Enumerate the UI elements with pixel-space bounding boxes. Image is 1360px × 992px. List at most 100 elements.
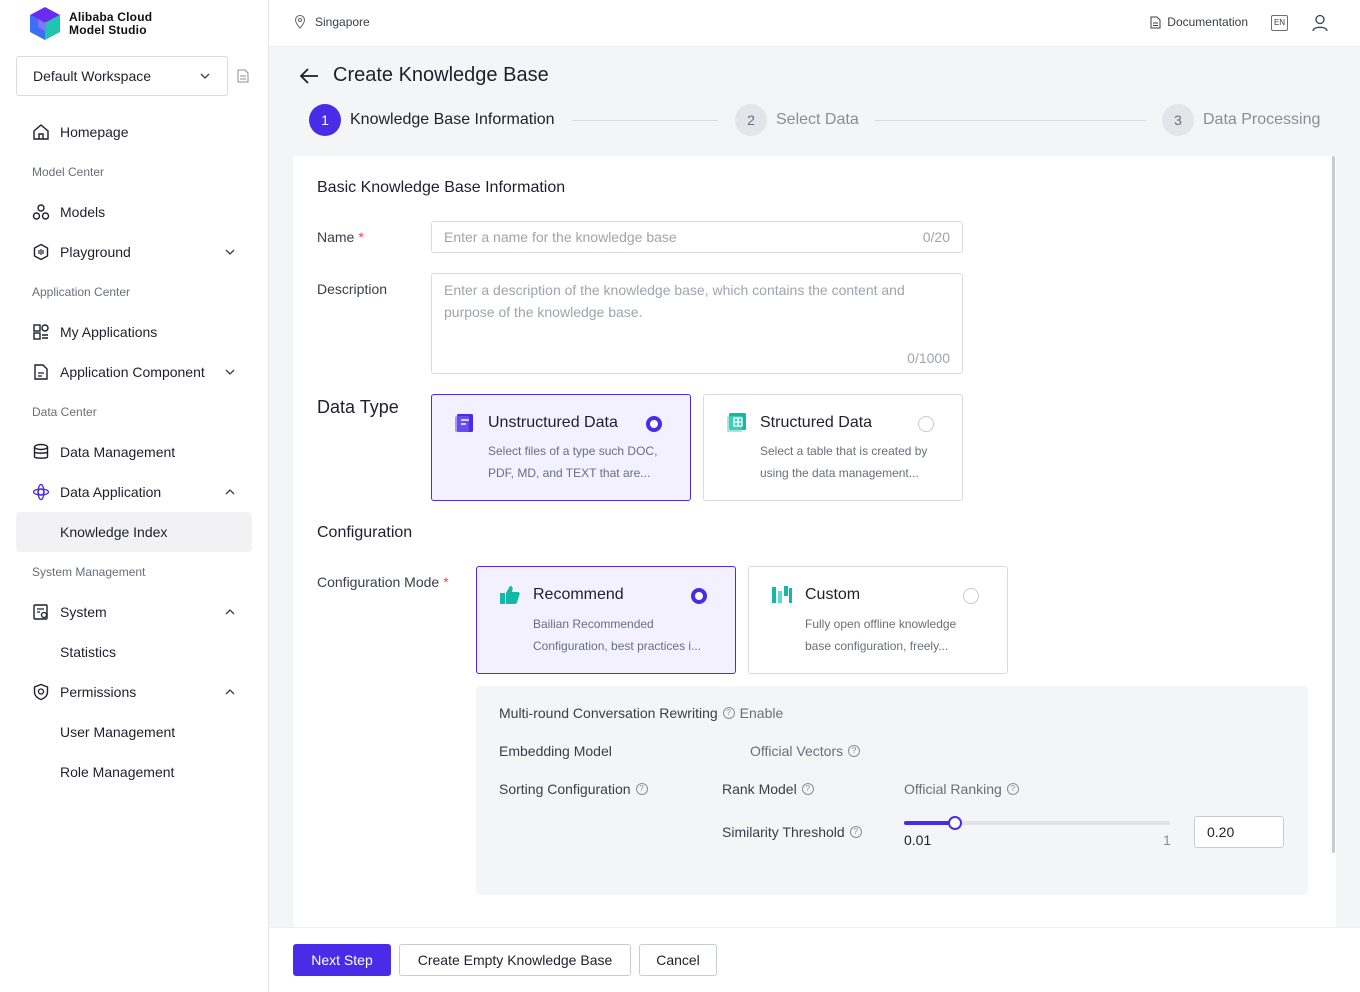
card-description-line: Bailian Recommended bbox=[533, 617, 654, 631]
sorting-configuration-label: Sorting Configuration bbox=[499, 781, 631, 797]
name-label: Name * bbox=[317, 229, 364, 245]
create-empty-knowledge-base-button[interactable]: Create Empty Knowledge Base bbox=[399, 944, 631, 976]
sidebar-item-application-component[interactable]: Application Component bbox=[16, 352, 252, 392]
database-icon bbox=[32, 443, 50, 461]
radio-selected[interactable] bbox=[646, 416, 662, 432]
config-mode-card-custom[interactable]: Custom Fully open offline knowledge base… bbox=[748, 566, 1008, 674]
similarity-threshold-input[interactable]: 0.20 bbox=[1194, 816, 1284, 848]
step-label: Data Processing bbox=[1203, 111, 1321, 128]
rank-model-value-row: Official Ranking ? bbox=[904, 781, 1019, 797]
applications-icon bbox=[32, 323, 50, 341]
radio-unselected[interactable] bbox=[918, 416, 934, 432]
sidebar-group-system-management: System Management bbox=[32, 565, 146, 579]
help-icon[interactable]: ? bbox=[635, 783, 648, 795]
sidebar-item-system[interactable]: System bbox=[16, 592, 252, 632]
radio-unselected[interactable] bbox=[963, 588, 979, 604]
system-icon bbox=[32, 603, 50, 621]
rank-model-value: Official Ranking bbox=[904, 781, 1002, 797]
help-icon[interactable]: ? bbox=[801, 783, 814, 795]
similarity-threshold-slider[interactable] bbox=[904, 816, 1170, 830]
sidebar-item-data-management[interactable]: Data Management bbox=[16, 432, 252, 472]
user-icon[interactable] bbox=[1312, 14, 1328, 32]
location-pin-icon bbox=[294, 15, 306, 29]
documentation-label: Documentation bbox=[1167, 15, 1248, 29]
description-label: Description bbox=[317, 281, 388, 297]
rewriting-label: Multi-round Conversation Rewriting bbox=[499, 705, 718, 721]
document-icon[interactable] bbox=[237, 69, 249, 83]
sidebar-item-label: My Applications bbox=[60, 324, 158, 340]
sidebar-item-my-applications[interactable]: My Applications bbox=[16, 312, 252, 352]
sidebar-group-model-center: Model Center bbox=[32, 165, 105, 179]
name-label-text: Name bbox=[317, 229, 355, 245]
workspace-select[interactable]: Default Workspace bbox=[16, 56, 228, 96]
card-title: Custom bbox=[805, 586, 861, 603]
sidebar-group-data-center: Data Center bbox=[32, 405, 97, 419]
sidebar-item-role-management[interactable]: Role Management bbox=[16, 752, 252, 792]
required-mark: * bbox=[358, 229, 364, 245]
description-textarea[interactable]: Enter a description of the knowledge bas… bbox=[431, 273, 963, 374]
cancel-button[interactable]: Cancel bbox=[639, 944, 717, 976]
region-selector[interactable]: Singapore bbox=[294, 15, 370, 29]
sidebar-item-permissions[interactable]: Permissions bbox=[16, 672, 252, 712]
sidebar-item-label: Playground bbox=[60, 244, 131, 260]
name-input-placeholder: Enter a name for the knowledge base bbox=[444, 229, 677, 245]
embedding-model-value: Official Vectors bbox=[750, 743, 844, 759]
configuration-mode-label-text: Configuration Mode bbox=[317, 574, 440, 590]
component-icon bbox=[32, 363, 50, 381]
chevron-up-icon bbox=[225, 489, 235, 495]
data-type-card-structured[interactable]: Structured Data Select a table that is c… bbox=[703, 394, 963, 501]
step-number: 1 bbox=[309, 104, 341, 136]
step-label: Select Data bbox=[776, 111, 859, 128]
language-toggle[interactable]: EN bbox=[1271, 15, 1288, 31]
sidebar: Alibaba Cloud Model Studio Default Works… bbox=[0, 0, 269, 992]
sidebar-item-playground[interactable]: Playground bbox=[16, 232, 252, 272]
help-icon[interactable]: ? bbox=[722, 707, 735, 719]
sidebar-item-knowledge-index[interactable]: Knowledge Index bbox=[16, 512, 252, 552]
sidebar-item-homepage[interactable]: Homepage bbox=[16, 112, 252, 152]
sorting-configuration-row: Sorting Configuration ? bbox=[499, 781, 648, 797]
similarity-threshold-row: Similarity Threshold ? bbox=[722, 824, 862, 840]
document-text-icon bbox=[455, 414, 473, 432]
help-icon[interactable]: ? bbox=[848, 745, 861, 757]
section-basic-info-title: Basic Knowledge Base Information bbox=[317, 179, 566, 196]
radio-selected[interactable] bbox=[691, 588, 707, 604]
brand-line2: Model Studio bbox=[69, 22, 147, 37]
next-step-button[interactable]: Next Step bbox=[293, 944, 391, 976]
sidebar-item-data-application[interactable]: Data Application bbox=[16, 472, 252, 512]
sidebar-item-models[interactable]: Models bbox=[16, 192, 252, 232]
card-description: Fully open offline knowledge base config… bbox=[805, 613, 956, 657]
help-icon[interactable]: ? bbox=[849, 826, 862, 838]
models-icon bbox=[32, 203, 50, 221]
data-type-label: Data Type bbox=[317, 397, 399, 417]
scrollbar[interactable] bbox=[1332, 156, 1335, 853]
sidebar-item-label: System bbox=[60, 604, 107, 620]
logo[interactable]: Alibaba Cloud Model Studio bbox=[30, 7, 152, 40]
section-configuration-title: Configuration bbox=[317, 524, 413, 541]
custom-sliders-icon bbox=[772, 586, 792, 603]
documentation-link[interactable]: Documentation bbox=[1150, 15, 1248, 29]
step-knowledge-base-information: 1 Knowledge Base Information bbox=[309, 104, 555, 136]
thumbs-up-icon bbox=[500, 586, 520, 604]
card-description-line: PDF, MD, and TEXT that are... bbox=[488, 466, 651, 480]
name-input[interactable]: Enter a name for the knowledge base 0/20 bbox=[431, 221, 963, 253]
card-description: Bailian Recommended Configuration, best … bbox=[533, 613, 701, 657]
data-type-card-unstructured[interactable]: Unstructured Data Select files of a type… bbox=[431, 394, 691, 501]
home-icon bbox=[32, 123, 50, 141]
sidebar-item-statistics[interactable]: Statistics bbox=[16, 632, 252, 672]
step-number: 2 bbox=[735, 104, 767, 136]
rank-model-row: Rank Model ? bbox=[722, 781, 814, 797]
similarity-threshold-label: Similarity Threshold bbox=[722, 824, 845, 840]
slider-handle[interactable] bbox=[948, 816, 963, 830]
help-icon[interactable]: ? bbox=[1006, 783, 1019, 795]
card-description-line: using the data management... bbox=[760, 466, 919, 480]
card-description-line: Select a table that is created by bbox=[760, 444, 928, 458]
card-description-line: Configuration, best practices i... bbox=[533, 639, 702, 653]
sidebar-item-user-management[interactable]: User Management bbox=[16, 712, 252, 752]
table-icon bbox=[727, 413, 746, 432]
configuration-mode-label: Configuration Mode * bbox=[317, 574, 449, 590]
sidebar-item-label: Data Application bbox=[60, 484, 162, 500]
card-description: Select files of a type such DOC, PDF, MD… bbox=[488, 440, 657, 484]
config-mode-card-recommend[interactable]: Recommend Bailian Recommended Configurat… bbox=[476, 566, 736, 674]
arrow-left-icon[interactable] bbox=[298, 66, 320, 86]
chevron-down-icon bbox=[200, 73, 210, 79]
